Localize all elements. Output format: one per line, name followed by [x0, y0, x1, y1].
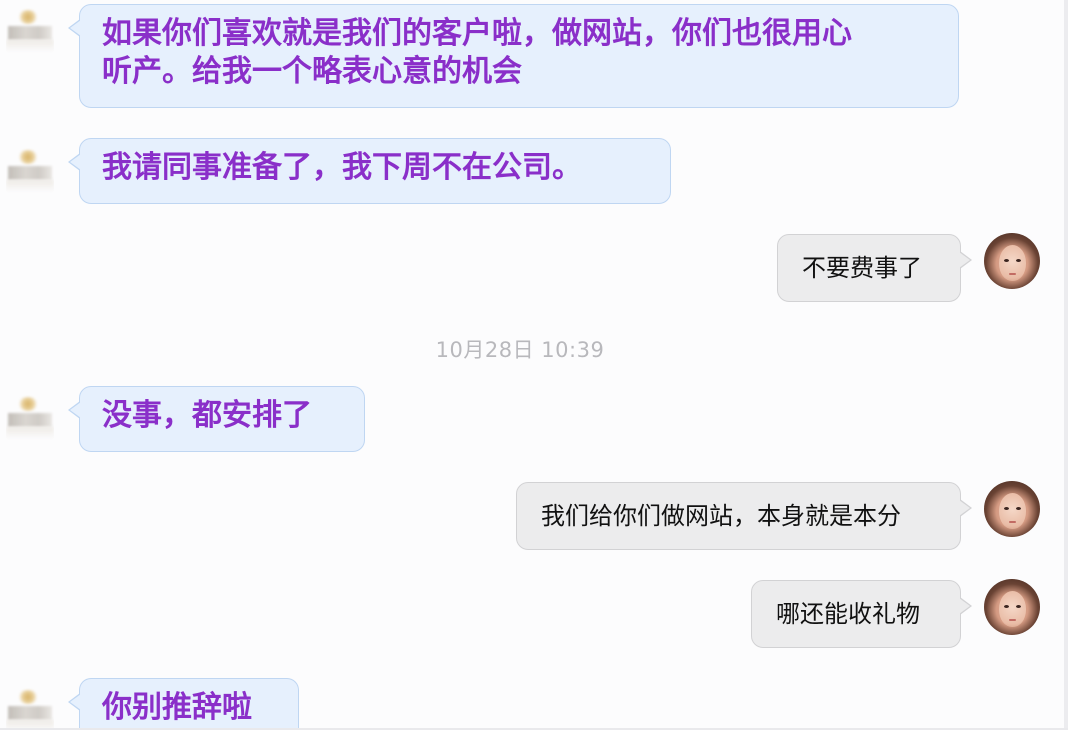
self-message-bubble[interactable]: 我们给你们做网站，本身就是本分: [516, 482, 972, 550]
contact-avatar[interactable]: [6, 686, 54, 730]
message-text: 没事，都安排了: [102, 398, 312, 433]
message-text-line: 如果你们喜欢就是我们的客户啦，做网站，你们也很用心: [102, 16, 852, 51]
contact-message-bubble[interactable]: 没事，都安排了: [68, 386, 365, 452]
self-avatar[interactable]: [984, 579, 1040, 635]
message-text: 我请同事准备了，我下周不在公司。: [102, 150, 582, 185]
contact-avatar[interactable]: [6, 146, 54, 194]
chat-window: 如果你们喜欢就是我们的客户啦，做网站，你们也很用心 听产。给我一个略表心意的机会…: [0, 0, 1068, 730]
contact-avatar[interactable]: [6, 6, 54, 54]
message-text: 我们给你们做网站，本身就是本分: [541, 502, 901, 530]
self-avatar[interactable]: [984, 233, 1040, 289]
contact-message-bubble[interactable]: 我请同事准备了，我下周不在公司。: [68, 138, 671, 204]
message-timestamp: 10月28日 10:39: [435, 338, 605, 362]
scrollbar-track[interactable]: [1064, 0, 1068, 730]
message-text: 哪还能收礼物: [776, 600, 920, 628]
contact-avatar[interactable]: [6, 393, 54, 441]
contact-message-bubble[interactable]: 你别推辞啦: [68, 678, 299, 730]
self-message-bubble[interactable]: 哪还能收礼物: [751, 580, 972, 648]
message-text-line: 听产。给我一个略表心意的机会: [102, 54, 522, 89]
self-avatar[interactable]: [984, 481, 1040, 537]
message-text: 不要费事了: [802, 254, 922, 282]
self-message-bubble[interactable]: 不要费事了: [777, 234, 972, 302]
message-text: 你别推辞啦: [102, 690, 252, 725]
contact-message-bubble[interactable]: 如果你们喜欢就是我们的客户啦，做网站，你们也很用心 听产。给我一个略表心意的机会: [68, 4, 959, 108]
